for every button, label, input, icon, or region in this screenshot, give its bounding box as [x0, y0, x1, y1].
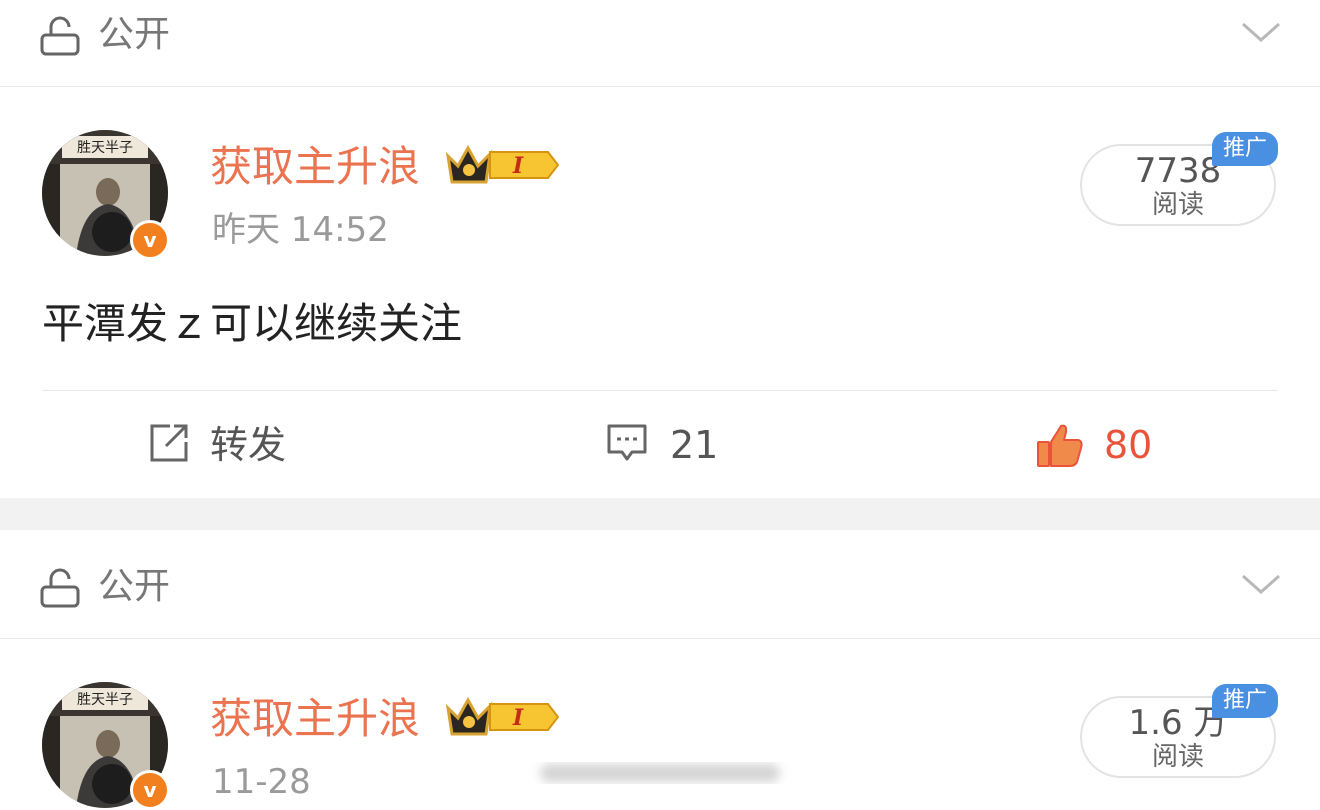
svg-text:I: I: [512, 153, 524, 179]
comment-icon: [607, 424, 647, 461]
visibility-label: 公开: [98, 14, 171, 55]
repost-button[interactable]: 转发: [148, 420, 298, 470]
chevron-down-icon[interactable]: [1240, 570, 1282, 598]
chevron-down-icon[interactable]: [1240, 18, 1282, 46]
like-button[interactable]: 80: [1036, 420, 1176, 470]
svg-text:胜天半子: 胜天半子: [77, 692, 133, 708]
read-label: 阅读: [1151, 190, 1204, 220]
repost-label: 转发: [210, 423, 287, 467]
post-card-2: 公开 胜天半子 v 获取主升浪 I 11-28 1.6 万 阅读 推广: [0, 530, 1320, 810]
promo-badge[interactable]: 推广: [1212, 684, 1278, 718]
divider: [42, 390, 1278, 391]
visibility-bar: 公开: [0, 552, 1320, 639]
post-card-1: 公开 胜天半子 v 获取主升浪 I 昨天 14:52 7738 阅读 推广 平潭…: [0, 0, 1320, 498]
crown-badge-icon[interactable]: I: [444, 694, 562, 740]
comment-button[interactable]: 21: [606, 420, 736, 470]
comment-count: 21: [670, 423, 719, 467]
repost-icon: [150, 424, 188, 462]
svg-text:I: I: [512, 705, 524, 731]
post-time: 11-28: [212, 762, 311, 802]
visibility-label: 公开: [98, 566, 171, 607]
verified-v-icon: v: [130, 770, 170, 810]
username[interactable]: 获取主升浪: [210, 140, 420, 194]
thumbs-up-icon: [1037, 424, 1083, 467]
post-content: 平潭发ｚ可以继续关注: [42, 299, 463, 348]
svg-text:胜天半子: 胜天半子: [77, 140, 133, 156]
visibility-bar: 公开: [0, 0, 1320, 87]
promo-badge[interactable]: 推广: [1212, 132, 1278, 166]
feed-separator: [0, 498, 1320, 530]
read-label: 阅读: [1151, 742, 1204, 772]
unlock-icon: [40, 568, 80, 608]
blurred-text: [540, 764, 780, 782]
crown-badge-icon[interactable]: I: [444, 142, 562, 188]
verified-v-icon: v: [130, 220, 170, 260]
post-time: 昨天 14:52: [212, 210, 389, 250]
like-count: 80: [1104, 423, 1153, 467]
username[interactable]: 获取主升浪: [210, 692, 420, 746]
unlock-icon: [40, 16, 80, 56]
